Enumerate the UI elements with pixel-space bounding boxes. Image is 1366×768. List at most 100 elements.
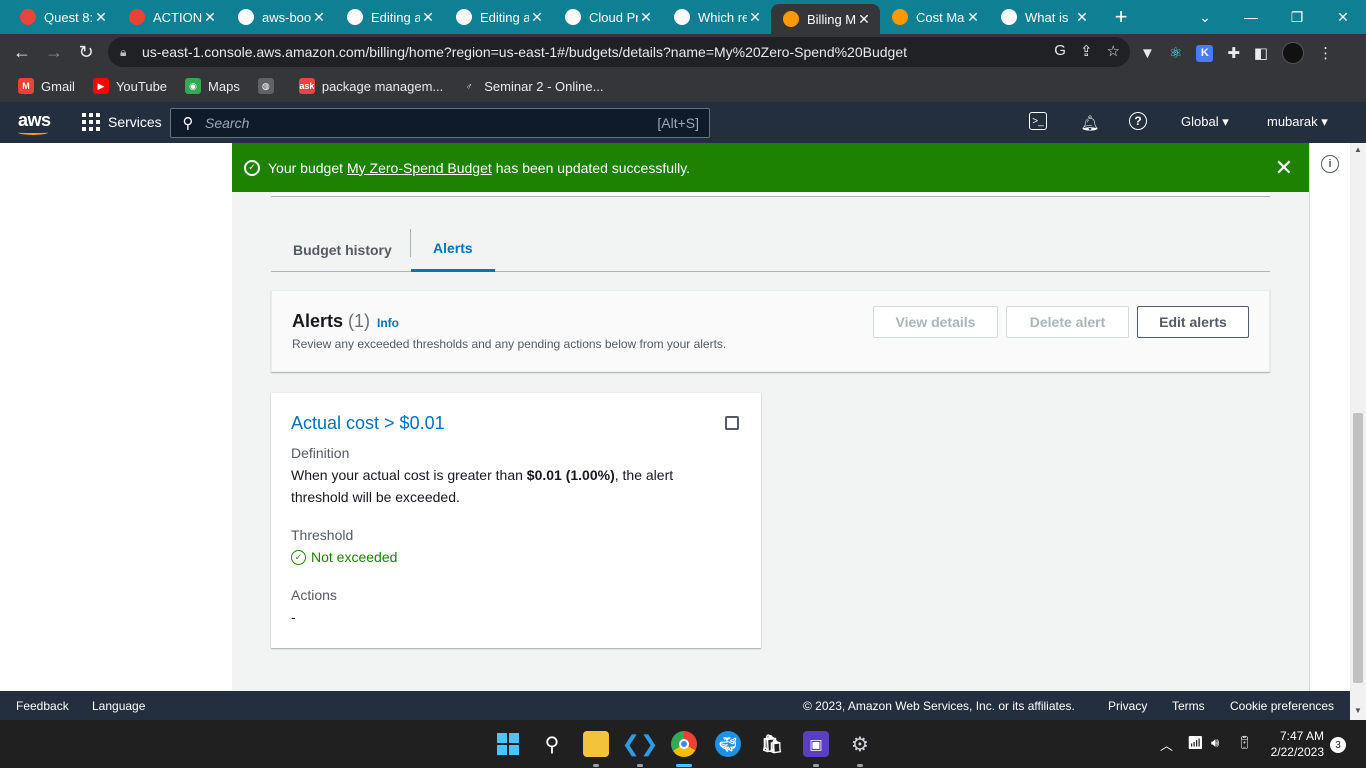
tab-close-icon[interactable]: ✕ — [856, 11, 872, 28]
region-selector[interactable]: Global ▾ — [1181, 114, 1229, 130]
browser-tab[interactable]: Billing M ✕ — [771, 4, 880, 34]
app-icon[interactable]: ▣ — [803, 731, 829, 757]
volume-icon[interactable]: 🔊︎ — [1211, 735, 1219, 751]
tab-close-icon[interactable]: ✕ — [311, 9, 327, 26]
settings-gear-icon[interactable]: ⚙ — [847, 731, 873, 757]
browser-tab[interactable]: Editing a ✕ — [335, 0, 444, 34]
restore-button[interactable]: ❐ — [1274, 0, 1320, 34]
tab-close-icon[interactable]: ✕ — [420, 9, 436, 26]
url-text[interactable]: us-east-1.console.aws.amazon.com/billing… — [142, 44, 907, 60]
language-link[interactable]: Language — [92, 699, 145, 713]
file-explorer-icon[interactable] — [583, 731, 609, 757]
k-extension-icon[interactable]: K — [1196, 44, 1214, 62]
browser-tab[interactable]: Cost Ma ✕ — [880, 0, 989, 34]
services-menu-button[interactable]: Services — [82, 113, 162, 131]
tab-close-icon[interactable]: ✕ — [1074, 9, 1090, 26]
forward-icon[interactable]: → — [38, 42, 70, 63]
system-clock[interactable]: 7:47 AM 2/22/2023 — [1262, 728, 1324, 760]
taskbar-search-icon[interactable]: ⚲ — [539, 731, 565, 757]
tab-close-icon[interactable]: ✕ — [638, 9, 654, 26]
minimize-button[interactable]: — — [1228, 0, 1274, 34]
bookmark-item[interactable]: ask package managem... — [298, 78, 443, 94]
google-lens-icon[interactable]: G — [1054, 42, 1066, 60]
reload-icon[interactable]: ↻ — [70, 42, 102, 63]
scroll-up-icon[interactable]: ▲ — [1353, 145, 1363, 154]
page-scrollbar[interactable]: ▲ ▼ — [1350, 143, 1366, 720]
notifications-bell-icon[interactable]: 🔔︎ — [1079, 112, 1101, 134]
search-input[interactable]: ⚲ Search [Alt+S] — [170, 108, 710, 138]
definition-label: Definition — [291, 445, 350, 461]
view-details-button[interactable]: View details — [873, 306, 998, 338]
browser-tab[interactable]: Editing a ✕ — [444, 0, 553, 34]
cloudshell-icon[interactable]: >_ — [1029, 112, 1047, 130]
terms-link[interactable]: Terms — [1172, 699, 1205, 713]
account-menu[interactable]: mubarak ▾ — [1267, 114, 1328, 130]
aws-cube-icon — [892, 9, 908, 25]
new-tab-button[interactable]: + — [1104, 4, 1138, 30]
browser-tab[interactable]: aws-boo ✕ — [226, 0, 335, 34]
address-bar[interactable]: 🔒︎ us-east-1.console.aws.amazon.com/bill… — [108, 37, 1130, 67]
scroll-thumb[interactable] — [1353, 413, 1363, 683]
battery-icon[interactable]: 🔋︎ — [1236, 735, 1253, 751]
tab-close-icon[interactable]: ✕ — [747, 9, 763, 26]
alerts-count: (1) — [348, 311, 371, 331]
vuetify-extension-icon[interactable]: ▼ — [1140, 45, 1155, 62]
profile-avatar[interactable] — [1282, 42, 1305, 64]
side-panel-icon[interactable]: ◧ — [1254, 44, 1268, 62]
bookmark-item[interactable]: M Gmail — [18, 78, 75, 94]
bookmark-item[interactable]: ▶ YouTube — [92, 78, 167, 94]
privacy-link[interactable]: Privacy — [1108, 699, 1147, 713]
microsoft-store-icon[interactable]: 🛍︎ — [759, 731, 785, 757]
wifi-icon[interactable]: 📶︎ — [1187, 735, 1204, 751]
browser-tab[interactable]: Which re ✕ — [662, 0, 771, 34]
bookmark-star-icon[interactable]: ☆ — [1107, 42, 1120, 60]
help-icon[interactable]: ? — [1129, 112, 1147, 130]
tab-close-icon[interactable]: ✕ — [529, 9, 545, 26]
browser-tab[interactable]: Cloud Pr ✕ — [553, 0, 662, 34]
tab-close-icon[interactable]: ✕ — [93, 9, 109, 26]
browser-tab-title: ACTION — [153, 9, 202, 25]
bookmark-item[interactable]: ◉ Maps — [185, 78, 240, 94]
browser-tab[interactable]: ACTION ✕ — [117, 0, 226, 34]
vscode-icon[interactable]: ❮❯ — [622, 731, 659, 757]
react-extension-icon[interactable]: ⚛ — [1169, 44, 1182, 62]
alert-title-link[interactable]: Actual cost > $0.01 — [291, 413, 445, 434]
tab-search-icon[interactable]: ⌄ — [1182, 0, 1228, 34]
info-link[interactable]: Info — [377, 316, 399, 330]
notification-badge[interactable]: 3 — [1330, 737, 1346, 753]
services-label: Services — [108, 114, 162, 130]
close-window-button[interactable]: ✕ — [1320, 0, 1366, 34]
left-gutter — [0, 143, 232, 691]
scroll-down-icon[interactable]: ▼ — [1353, 706, 1363, 715]
info-icon[interactable]: i — [1321, 155, 1339, 173]
bookmark-icon: M — [18, 78, 34, 94]
bookmark-item[interactable]: ♂ Seminar 2 - Online... — [461, 78, 603, 94]
tab-close-icon[interactable]: ✕ — [965, 9, 981, 26]
windows-start-icon[interactable] — [495, 731, 521, 757]
delete-alert-button[interactable]: Delete alert — [1006, 306, 1129, 338]
extensions-puzzle-icon[interactable]: ✚ — [1227, 44, 1240, 62]
chrome-menu-icon[interactable]: ⋮ — [1318, 44, 1333, 62]
tab-budget-history[interactable]: Budget history — [271, 227, 414, 272]
edit-alerts-button[interactable]: Edit alerts — [1137, 306, 1249, 338]
close-icon[interactable]: ✕ — [1275, 155, 1293, 181]
browser-tab[interactable]: Quest 8: ✕ — [8, 0, 117, 34]
bookmark-icon: ♂ — [461, 78, 478, 94]
github-icon — [238, 9, 254, 25]
budget-link[interactable]: My Zero-Spend Budget — [347, 160, 492, 176]
feedback-link[interactable]: Feedback — [16, 699, 69, 713]
aws-logo[interactable]: aws — [18, 110, 51, 135]
alert-select-checkbox[interactable] — [725, 416, 739, 430]
tray-chevron-icon[interactable]: ︿ — [1160, 735, 1173, 754]
chrome-icon[interactable] — [671, 731, 697, 757]
back-icon[interactable]: ← — [6, 42, 38, 63]
tab-alerts[interactable]: Alerts — [411, 227, 495, 272]
tab-close-icon[interactable]: ✕ — [202, 9, 218, 26]
bookmark-item[interactable]: ◍ — [257, 78, 281, 94]
share-icon[interactable]: ⇪ — [1080, 42, 1093, 60]
docker-icon[interactable]: 🐳︎ — [715, 731, 741, 757]
running-indicator — [593, 764, 599, 767]
search-shortcut: [Alt+S] — [657, 115, 699, 131]
cookie-preferences-link[interactable]: Cookie preferences — [1230, 699, 1334, 713]
browser-tab[interactable]: What is ✕ — [989, 0, 1098, 34]
